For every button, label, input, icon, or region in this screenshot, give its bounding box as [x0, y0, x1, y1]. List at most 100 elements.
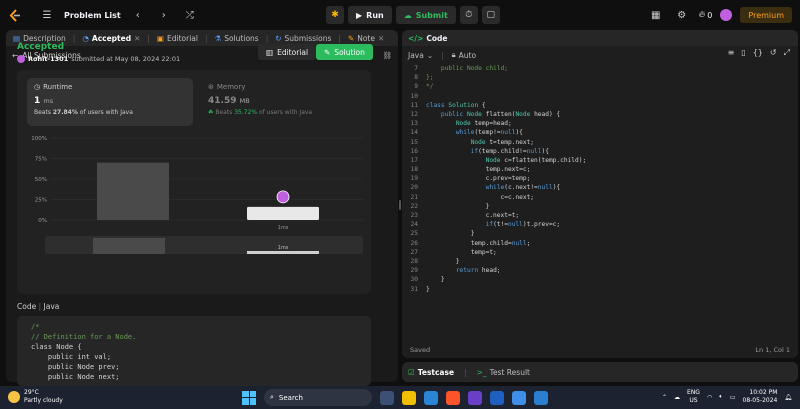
- line-number: 15: [410, 138, 418, 146]
- user-avatar[interactable]: [720, 9, 733, 21]
- editor-line: 9 */: [402, 82, 798, 91]
- windows-taskbar: 29°C Partly cloudy ⌕ Search ⌃ ☁ ENG US ◠…: [0, 386, 800, 409]
- editor-line: 16 if(temp.child!=null){: [402, 147, 798, 156]
- line-code: temp=t;: [426, 248, 497, 256]
- app-icon[interactable]: [468, 390, 482, 405]
- wifi-icon[interactable]: ◠: [707, 394, 712, 401]
- premium-button[interactable]: Premium: [740, 7, 792, 23]
- username-link[interactable]: Rohit-1301: [28, 55, 68, 63]
- tab-submissions[interactable]: ↻ Submissions: [272, 34, 334, 43]
- volume-icon[interactable]: 🔈︎: [719, 393, 723, 401]
- tab-editorial[interactable]: ▣ Editorial: [154, 34, 201, 43]
- editorial-button[interactable]: ▥ Editorial: [258, 44, 317, 60]
- line-code: public Node flatten(Node head) {: [440, 110, 561, 118]
- editor-line: 26 temp.child=null;: [402, 239, 798, 248]
- auto-mode[interactable]: 🔒︎ Auto: [452, 50, 476, 60]
- runtime-box[interactable]: ◷ Runtime 1 ms Beats 27.84% of users wit…: [27, 78, 193, 126]
- line-number: 29: [410, 267, 418, 275]
- submit-button[interactable]: ☁ Submit: [395, 6, 456, 24]
- reset-icon[interactable]: ↺: [770, 48, 777, 58]
- editor-line: 28 }: [402, 257, 798, 266]
- panel-splitter-handle[interactable]: [399, 200, 401, 210]
- streak-counter[interactable]: 🔥︎ 0: [699, 10, 713, 20]
- user-avatar-small: [17, 55, 25, 63]
- taskbar-search[interactable]: ⌕ Search: [264, 389, 372, 406]
- fullscreen-icon[interactable]: ⤢: [784, 48, 790, 58]
- settings-gear-icon[interactable]: ⚙: [673, 6, 691, 24]
- brave-browser-icon[interactable]: [446, 390, 460, 405]
- prev-problem-icon[interactable]: ‹: [129, 6, 147, 24]
- y-tick-label: 100%: [31, 136, 47, 142]
- line-number: 7: [414, 65, 418, 72]
- code-line: public Node prev;: [31, 363, 120, 371]
- windows-start-icon[interactable]: [242, 390, 256, 405]
- close-tab-icon[interactable]: ✕: [378, 34, 384, 43]
- tray-chevron-up-icon[interactable]: ⌃: [662, 394, 667, 401]
- run-button[interactable]: ▶ Run: [348, 6, 392, 24]
- language-select[interactable]: Java ⌄: [408, 51, 433, 60]
- editor-line: 24 if(t!=null)t.prev=c;: [402, 220, 798, 229]
- line-number: 16: [410, 147, 418, 155]
- code-editor[interactable]: 7 public Node child; 8}; 9 */10 11 class Solu…: [402, 64, 798, 334]
- format-icon[interactable]: ≡: [728, 48, 735, 58]
- tab-note[interactable]: ✎ Note ✕: [345, 34, 387, 43]
- notes-icon[interactable]: ▢: [481, 6, 500, 24]
- problem-list-link[interactable]: Problem List: [64, 11, 121, 20]
- tab-code[interactable]: </> Code: [402, 30, 798, 46]
- line-number: 30: [410, 276, 418, 284]
- editor-line: 31}: [402, 285, 798, 294]
- timer-icon[interactable]: ⏱: [459, 6, 478, 24]
- line-code: };: [426, 74, 434, 82]
- editor-line: 19 c.prev=temp;: [402, 174, 798, 183]
- cloud-icon[interactable]: ☁: [674, 394, 680, 401]
- line-code: temp.child=null;: [426, 239, 531, 247]
- range-overview-bar: [93, 238, 165, 254]
- tab-solutions[interactable]: ⚗ Solutions: [212, 34, 262, 43]
- line-code: return head;: [455, 267, 501, 275]
- editor-line: 12 public Node flatten(Node head) {: [402, 110, 798, 119]
- task-view-icon[interactable]: [380, 390, 394, 405]
- line-number: 8: [414, 74, 418, 82]
- close-tab-icon[interactable]: ✕: [134, 34, 140, 43]
- shuffle-icon[interactable]: ⤮: [181, 6, 199, 24]
- line-number: 17: [410, 156, 418, 164]
- problem-list-icon[interactable]: ☰: [38, 6, 56, 24]
- cursor-position: Ln 1, Col 1: [755, 346, 790, 354]
- language-indicator[interactable]: ENG US: [687, 389, 700, 405]
- debug-icon[interactable]: ✱: [326, 6, 344, 24]
- vscode-icon[interactable]: [534, 390, 548, 405]
- code-editor-panel: </> Code Java ⌄ | 🔒︎ Auto ≡ ▯ {} ↺ ⤢ 7 p…: [402, 30, 798, 358]
- l-app-icon[interactable]: [490, 390, 504, 405]
- battery-icon[interactable]: ▭: [730, 394, 736, 401]
- line-code: c.prev=temp;: [426, 175, 531, 183]
- line-number: 23: [410, 212, 418, 219]
- weather-widget[interactable]: 29°C Partly cloudy: [8, 389, 63, 405]
- layout-icon[interactable]: ▦: [647, 6, 665, 24]
- chart-bar: [97, 162, 169, 220]
- clock[interactable]: 10:02 PM 08-05-2024: [743, 389, 778, 405]
- bookmark-icon[interactable]: ▯: [741, 48, 745, 58]
- editor-line: 23 c.next=t;: [402, 211, 798, 220]
- next-problem-icon[interactable]: ›: [155, 6, 173, 24]
- link-icon[interactable]: ⛓: [382, 51, 392, 60]
- performance-card: ◷ Runtime 1 ms Beats 27.84% of users wit…: [17, 70, 371, 294]
- tab-accepted[interactable]: ◔ Accepted ✕: [79, 34, 143, 43]
- nav-right: ▦ ⚙ 🔥︎ 0 Premium: [647, 6, 792, 24]
- notification-bell-icon[interactable]: 🔔︎: [784, 394, 792, 401]
- solution-button[interactable]: ✎ Solution: [316, 44, 373, 60]
- note-icon: ✎: [347, 33, 355, 43]
- braces-icon[interactable]: {}: [753, 48, 763, 58]
- editor-line: 13 Node temp=head;: [402, 119, 798, 128]
- edge-browser-icon[interactable]: [424, 390, 438, 405]
- file-explorer-icon[interactable]: [402, 390, 416, 405]
- top-navigation: ☰ Problem List ‹ › ⤮ ✱ ▶ Run ☁ Submit ⏱ …: [0, 0, 800, 30]
- leetcode-logo-icon[interactable]: [8, 8, 22, 22]
- line-number: 19: [410, 175, 418, 183]
- tab-test-result[interactable]: >_ Test Result: [477, 368, 530, 377]
- chrome-icon[interactable]: [512, 390, 526, 405]
- code-line: public Node next;: [31, 373, 120, 381]
- submitted-code-block: /*// Definition for a Node. class Node { …: [17, 316, 371, 386]
- tab-divider: |: [338, 33, 341, 43]
- tab-testcase[interactable]: ☑ Testcase: [408, 368, 454, 377]
- memory-box[interactable]: ⊛ Memory 41.59 MB ☘ Beats 35.72% of user…: [201, 78, 361, 126]
